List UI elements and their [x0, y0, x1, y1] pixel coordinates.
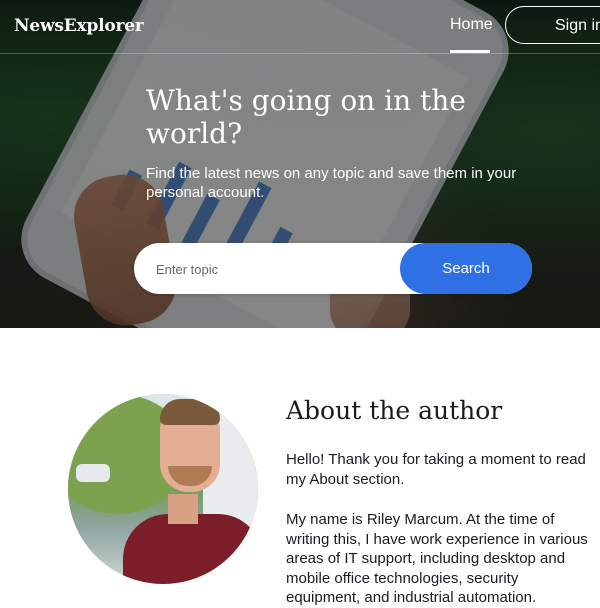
- logo[interactable]: NewsExplorer: [14, 16, 144, 36]
- about-title: About the author: [286, 396, 503, 425]
- search-button[interactable]: Search: [400, 243, 532, 294]
- search-form: Search: [134, 243, 532, 294]
- sign-in-label: Sign in: [555, 17, 600, 34]
- nav-home-link[interactable]: Home: [450, 16, 493, 34]
- hero-title: What's going on in the world?: [146, 84, 466, 150]
- sign-in-button[interactable]: Sign in: [505, 6, 600, 44]
- active-nav-indicator: [450, 50, 490, 53]
- site-header: NewsExplorer Home Sign in: [0, 0, 600, 54]
- about-paragraph-1: Hello! Thank you for taking a moment to …: [286, 451, 586, 488]
- hero-section: NewsExplorer Home Sign in What's going o…: [0, 0, 600, 328]
- search-input[interactable]: [154, 257, 398, 281]
- hero-subtitle: Find the latest news on any topic and sa…: [146, 165, 517, 201]
- about-paragraph-2: My name is Riley Marcum. At the time of …: [286, 511, 588, 606]
- author-avatar: [68, 394, 258, 584]
